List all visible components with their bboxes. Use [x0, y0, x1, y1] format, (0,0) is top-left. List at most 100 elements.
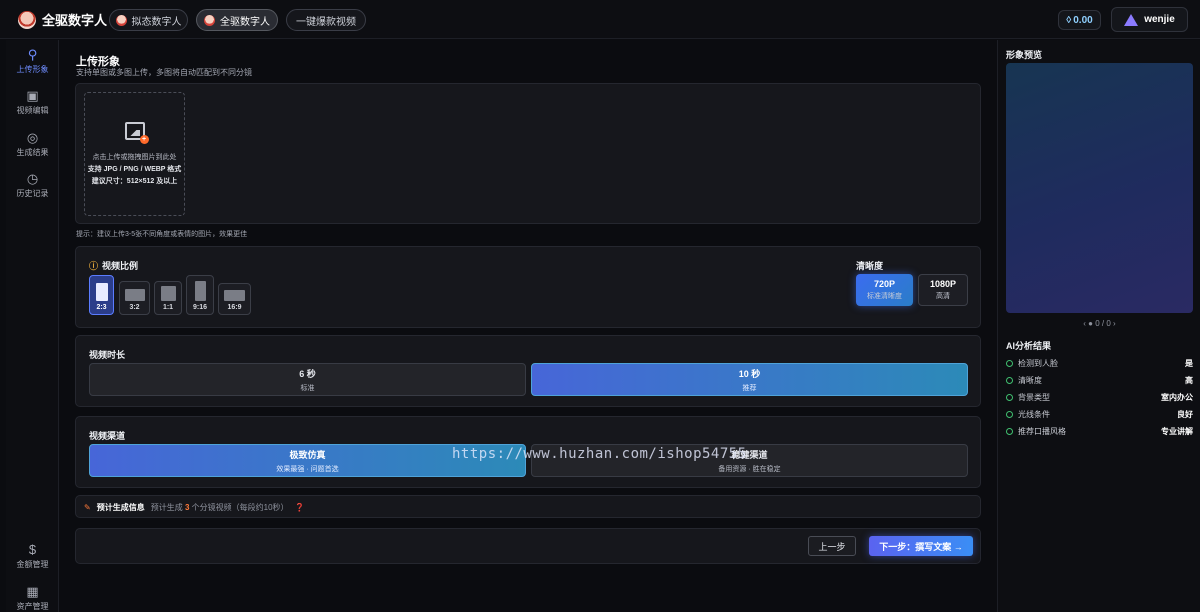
username: wenjie	[1144, 14, 1175, 25]
sidebar-item-label: 视频编辑	[16, 106, 49, 115]
grid-icon: ▦	[26, 584, 39, 599]
check-circle-icon	[1006, 394, 1013, 401]
generate-info-suffix: 个分镜视频（每段约10秒）	[191, 503, 289, 512]
upload-subtitle: 支持单图或多图上传，多图将自动匹配到不同分镜	[76, 68, 252, 77]
prev-step-button[interactable]: 上一步	[808, 536, 856, 556]
sidebar-item-video-edit[interactable]: ▣ 视频编辑	[6, 89, 59, 116]
pencil-icon: ✎	[84, 503, 91, 512]
user-menu[interactable]: wenjie	[1111, 7, 1188, 32]
ratio-label: ⓘ 视频比例	[89, 259, 138, 272]
balance-badge[interactable]: ◊ 0.00	[1058, 10, 1101, 30]
right-panel: 形象预览 ‹ ● 0 / 0 › AI分析结果 检测到人脸 是 清晰度 高 背景…	[997, 40, 1200, 612]
sidebar-item-money[interactable]: $ 金额管理	[6, 543, 59, 570]
ratio-option-label: 2:3	[96, 304, 107, 311]
duration-panel: 视频时长 6 秒 标准 10 秒 推荐	[75, 335, 981, 407]
resolution-option-1080p[interactable]: 1080P 高清	[918, 274, 968, 306]
check-circle-icon	[1006, 377, 1013, 384]
ratio-option-3-2[interactable]: 3:2	[119, 281, 150, 315]
top-bar: 全驱数字人 拟态数字人 全驱数字人 一键爆款视频 ◊ 0.00 wenjie	[0, 0, 1200, 39]
avatar-preview	[1006, 63, 1193, 313]
ratio-shape-icon	[124, 289, 145, 301]
tab-label: 拟态数字人	[131, 16, 182, 28]
generate-info-count: 3	[184, 503, 190, 512]
sidebar-item-assets[interactable]: ▦ 资产管理	[6, 585, 59, 612]
ai-row-label: 检测到人脸	[1018, 359, 1058, 368]
duration-option-10s[interactable]: 10 秒 推荐	[531, 363, 968, 396]
dollar-icon: $	[28, 542, 37, 557]
ai-row-label: 背景类型	[1018, 393, 1050, 402]
duration-option-6s[interactable]: 6 秒 标准	[89, 363, 526, 396]
image-upload-icon: +	[124, 122, 149, 144]
ai-row: 背景类型 室内办公	[1006, 392, 1193, 403]
watermark-text: https://www.huzhan.com/ishop54755	[452, 446, 747, 462]
check-circle-icon	[1006, 360, 1013, 367]
user-avatar-icon	[1124, 13, 1139, 26]
ai-row: 推荐口播风格 专业讲解	[1006, 426, 1193, 437]
avatar-face-icon	[115, 14, 127, 26]
ai-row: 检测到人脸 是	[1006, 358, 1193, 369]
next-step-button[interactable]: 下一步：撰写文案 →	[869, 536, 973, 556]
channel-option-sub: 效果最强 · 问题首选	[276, 465, 339, 473]
ai-row-label: 推荐口播风格	[1018, 427, 1066, 436]
resolution-label: 清晰度	[856, 261, 884, 271]
tab-full-drive-avatar[interactable]: 全驱数字人	[196, 9, 278, 31]
sidebar-item-results[interactable]: ◎ 生成结果	[6, 131, 59, 158]
tab-viral-video[interactable]: 一键爆款视频	[286, 9, 366, 31]
ratio-option-label: 3:2	[129, 304, 140, 311]
sidebar: ⚲ 上传形象 ▣ 视频编辑 ◎ 生成结果 ◷ 历史记录 $ 金额管理 ▦ 资产管…	[6, 40, 59, 612]
upload-dropzone[interactable]: + 点击上传或拖拽图片到此处 支持 JPG / PNG / WEBP 格式 建议…	[84, 92, 185, 216]
ratio-option-2-3[interactable]: 2:3	[89, 275, 114, 315]
ratio-option-9-16[interactable]: 9:16	[186, 275, 214, 315]
dropzone-size: 建议尺寸：512×512 及以上	[91, 178, 178, 185]
upload-tip: 提示：建议上传3-5张不同角度或表情的图片，效果更佳	[76, 231, 248, 238]
info-icon: ⓘ	[89, 261, 99, 271]
dropzone-formats: 支持 JPG / PNG / WEBP 格式	[87, 166, 182, 173]
ratio-panel: ⓘ 视频比例 2:3 3:2 1:1 9:16 16:9 清晰度 720P 标准…	[75, 246, 981, 328]
help-icon[interactable]: ❓	[295, 503, 305, 512]
sidebar-item-history[interactable]: ◷ 历史记录	[6, 172, 59, 199]
ai-row-value: 专业讲解	[1161, 427, 1193, 436]
ratio-option-label: 16:9	[227, 304, 242, 311]
generate-info-row: ✎ 预计生成信息 预计生成 3 个分镜视频（每段约10秒） ❓	[84, 502, 305, 513]
main-content: 上传形象 支持单图或多图上传，多图将自动匹配到不同分镜 + 点击上传或拖拽图片到…	[60, 40, 996, 612]
clock-icon: ◷	[26, 171, 39, 186]
tab-mimic-avatar[interactable]: 拟态数字人	[109, 9, 188, 31]
preview-pager[interactable]: ‹ ● 0 / 0 ›	[998, 319, 1200, 328]
generate-info-panel: ✎ 预计生成信息 预计生成 3 个分镜视频（每段约10秒） ❓	[75, 495, 981, 518]
ai-row: 光线条件 良好	[1006, 409, 1193, 420]
sidebar-item-label: 历史记录	[16, 189, 49, 198]
generate-info-title: 预计生成信息	[96, 503, 145, 512]
sidebar-item-label: 金额管理	[16, 560, 49, 569]
user-icon: ⚲	[27, 47, 38, 62]
ratio-option-label: 9:16	[192, 304, 207, 311]
diamond-icon: ◊	[1066, 14, 1072, 26]
ai-row-value: 高	[1185, 376, 1193, 385]
check-circle-icon	[1006, 428, 1013, 435]
generate-info-prefix: 预计生成	[150, 503, 183, 512]
ratio-shape-icon	[160, 286, 176, 301]
resolution-option-720p[interactable]: 720P 标准清晰度	[856, 274, 913, 306]
check-circle-icon	[1006, 411, 1013, 418]
duration-option-sub: 标准	[300, 384, 315, 392]
channel-label: 视频渠道	[89, 431, 126, 441]
resolution-option-sub: 高清	[936, 293, 950, 300]
brand-name: 全驱数字人	[42, 13, 108, 28]
ratio-shape-icon	[95, 283, 108, 301]
ai-row-value: 是	[1185, 359, 1193, 368]
ratio-option-1-1[interactable]: 1:1	[154, 281, 182, 315]
avatar-face-icon	[204, 14, 215, 26]
resolution-option-label: 1080P	[929, 279, 957, 289]
ratio-option-16-9[interactable]: 16:9	[218, 283, 251, 315]
resolution-option-label: 720P	[873, 279, 896, 289]
brand-logo-icon	[18, 10, 36, 29]
tab-label: 全驱数字人	[220, 16, 270, 28]
brand[interactable]: 全驱数字人	[18, 10, 107, 29]
ratio-shape-icon	[194, 281, 206, 301]
ai-row-value: 良好	[1177, 410, 1193, 419]
video-edit-icon: ▣	[26, 88, 39, 103]
sidebar-item-upload[interactable]: ⚲ 上传形象	[6, 48, 59, 75]
ratio-label-text: 视频比例	[102, 261, 139, 271]
check-circle-icon: ◎	[26, 130, 39, 145]
duration-option-sub: 推荐	[742, 384, 757, 392]
preview-title: 形象预览	[1006, 50, 1043, 60]
